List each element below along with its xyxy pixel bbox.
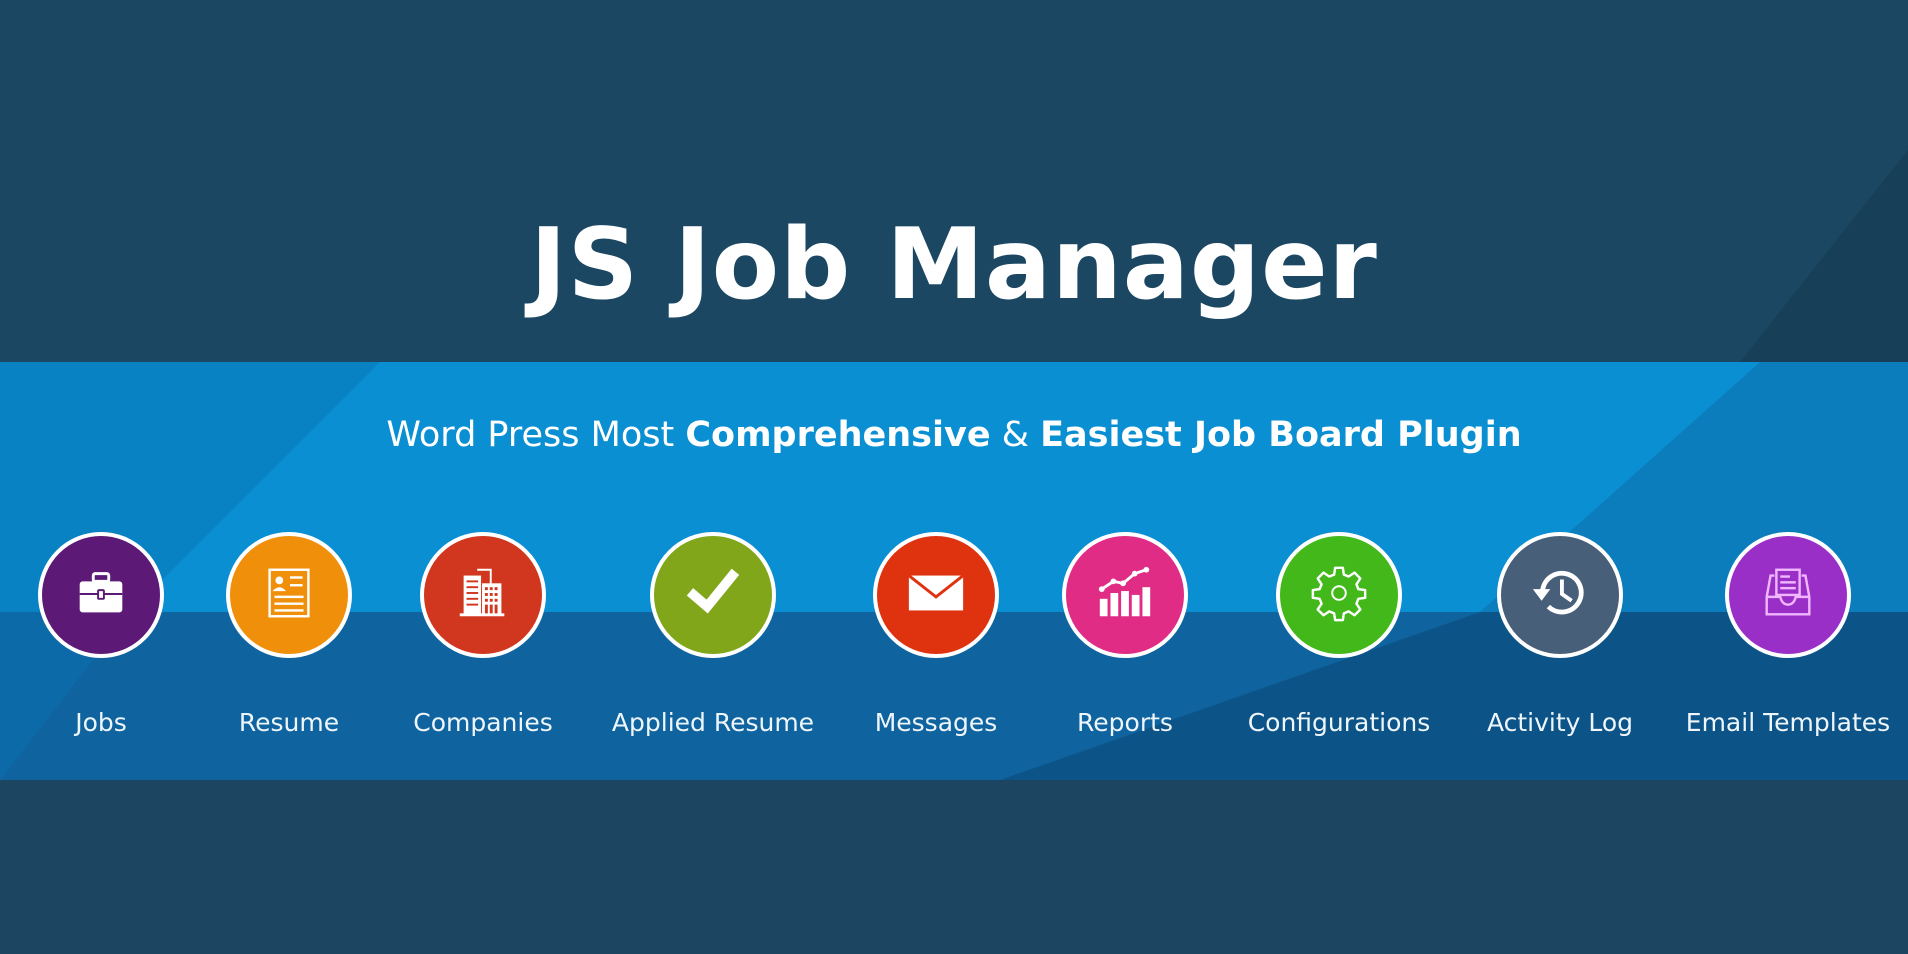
feature-circle [650, 532, 776, 658]
checkmark-icon [682, 562, 744, 628]
chart-icon [1094, 562, 1156, 628]
feature-circle [1276, 532, 1402, 658]
banner-title: JS Job Manager [530, 208, 1378, 322]
tagline-part-2: Comprehensive [685, 415, 991, 455]
feature-applied-resume[interactable]: Applied Resume [593, 532, 833, 738]
envelope-icon [905, 562, 967, 628]
tagline-part-3: & [990, 415, 1041, 455]
briefcase-icon [70, 562, 132, 628]
tagline-part-1: Word Press Most [386, 415, 686, 455]
feature-label: Configurations [1247, 708, 1431, 737]
feature-label: Companies [413, 708, 553, 737]
feature-circle [1497, 532, 1623, 658]
feature-label: Applied Resume [611, 708, 815, 737]
feature-label: Reports [1077, 708, 1173, 737]
banner-tagline: Word Press Most Comprehensive & Easiest … [0, 410, 1908, 460]
inbox-icon [1757, 562, 1819, 628]
feature-circle [1062, 532, 1188, 658]
resume-icon [258, 562, 320, 628]
feature-circle [873, 532, 999, 658]
feature-companies[interactable]: Companies [363, 532, 603, 738]
feature-label: Activity Log [1486, 708, 1634, 737]
feature-circle [38, 532, 164, 658]
feature-circle [1725, 532, 1851, 658]
feature-activity-log[interactable]: Activity Log [1440, 532, 1680, 738]
feature-configurations[interactable]: Configurations [1219, 532, 1459, 738]
history-icon [1529, 562, 1591, 628]
background-bottom [0, 780, 1908, 954]
feature-label: Email Templates [1685, 708, 1891, 737]
building-icon [452, 562, 514, 628]
tagline-part-4: Easiest Job Board Plugin [1040, 415, 1522, 455]
feature-circle [420, 532, 546, 658]
feature-reports[interactable]: Reports [1005, 532, 1245, 738]
gear-icon [1308, 562, 1370, 628]
feature-circle [226, 532, 352, 658]
feature-email-templates[interactable]: Email Templates [1668, 532, 1908, 738]
